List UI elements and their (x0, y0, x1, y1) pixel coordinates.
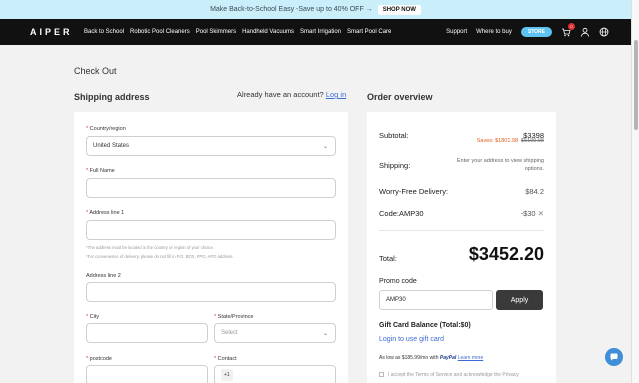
worry-free-value: $84.2 (525, 187, 544, 196)
order-overview-panel: Subtotal: $3398 Saves: $1801.98 $5199.98 … (367, 112, 556, 383)
shipping-address-heading: Shipping address (74, 92, 150, 102)
nav-where-to-buy[interactable]: Where to buy (476, 29, 512, 35)
nav-handheld-vacuums[interactable]: Handheld Vacuums (242, 29, 294, 35)
terms-text: I accept the Terms of Service and acknow… (388, 372, 519, 378)
contact-label: * Contact (214, 356, 237, 362)
paypal-financing: As low as $185.99/mo with PayPal Learn m… (379, 355, 483, 361)
nav-robotic-pool-cleaners[interactable]: Robotic Pool Cleaners (130, 29, 190, 35)
learn-more-link[interactable]: Learn more (458, 355, 484, 361)
full-name-input[interactable] (86, 178, 336, 198)
state-label: * State/Province (214, 314, 254, 320)
country-label: * Country/region (86, 126, 126, 132)
nav-smart-pool-care[interactable]: Smart Pool Care (347, 29, 391, 35)
nav-smart-irrigation[interactable]: Smart Irrigation (300, 29, 341, 35)
main-menu: Back to School Robotic Pool Cleaners Poo… (84, 29, 391, 35)
aiper-logo[interactable]: AIPER (30, 27, 84, 37)
subtotal-label: Subtotal: (379, 131, 409, 140)
city-label: * City (86, 314, 100, 320)
shop-now-button[interactable]: SHOP NOW (377, 4, 421, 15)
login-link[interactable]: Log in (326, 90, 346, 99)
gift-card-login-link[interactable]: Login to use gift card (379, 336, 444, 343)
address-line-1-input[interactable] (86, 220, 336, 240)
gift-card-balance: Gift Card Balance (Total:$0) (379, 322, 471, 329)
shipping-label: Shipping: (379, 161, 411, 170)
country-code: +1 (221, 369, 233, 381)
chevron-down-icon: ⌄ (322, 144, 328, 150)
terms-checkbox-row[interactable]: I accept the Terms of Service and acknow… (379, 372, 519, 378)
savings-amount: Saves: $1801.98 (476, 138, 519, 144)
chevron-down-icon: ⌄ (322, 331, 328, 337)
apply-button[interactable]: Apply (496, 290, 543, 310)
address-line-1-label: * Address line 1 (86, 210, 125, 216)
account-prompt: Already have an account? Log in (237, 90, 346, 99)
code-label: Code:AMP30 (379, 209, 424, 218)
promo-bar: Make Back-to-School Easy -Save up to 40%… (0, 0, 631, 19)
address-line-2-label: Address line 2 (86, 273, 121, 279)
shipping-note: Enter your address to view shipping opti… (456, 158, 544, 173)
nav-pool-skimmers[interactable]: Pool Skimmers (196, 29, 236, 35)
contact-input[interactable]: +1 (214, 365, 336, 383)
address-line-2-input[interactable] (86, 282, 336, 302)
nav-back-to-school[interactable]: Back to School (84, 29, 124, 35)
order-overview-heading: Order overview (367, 92, 433, 102)
savings-line: Saves: $1801.98 $5199.98 (477, 138, 544, 144)
divider (379, 230, 544, 231)
paypal-text: As low as $185.99/mo with (379, 355, 439, 361)
state-select[interactable]: Select ⌄ (214, 323, 336, 343)
promo-code-label: Promo code (379, 278, 417, 285)
promo-text: Make Back-to-School Easy -Save up to 40%… (210, 6, 373, 13)
chat-icon[interactable] (605, 348, 623, 366)
paypal-logo: PayPal (439, 355, 457, 361)
code-discount: -$30 ✕ (520, 209, 544, 218)
code-row: Code:AMP30 -$30 ✕ (379, 209, 544, 218)
country-value: United States (93, 143, 130, 149)
terms-checkbox[interactable] (379, 372, 384, 378)
page-scrollbar[interactable] (631, 0, 639, 383)
shipping-form: * Country/region United States ⌄ * Full … (74, 112, 348, 383)
remove-code-icon[interactable]: ✕ (538, 209, 544, 218)
cart-icon[interactable]: 0 (561, 23, 575, 37)
promo-code-input[interactable]: AMP30 (379, 290, 493, 310)
nav-support[interactable]: Support (446, 29, 467, 35)
state-placeholder: Select (221, 330, 238, 336)
country-select[interactable]: United States ⌄ (86, 136, 336, 156)
account-prompt-text: Already have an account? (237, 90, 324, 99)
cart-count-badge: 0 (568, 23, 575, 30)
worry-free-label: Worry-Free Delivery: (379, 187, 449, 196)
page-title: Check Out (74, 66, 117, 76)
postcode-label: * postcode (86, 356, 112, 362)
worry-free-row: Worry-Free Delivery: $84.2 (379, 187, 544, 196)
store-button[interactable]: STORE (520, 27, 552, 37)
city-input[interactable] (86, 323, 208, 343)
top-navigation: AIPER Back to School Robotic Pool Cleane… (0, 19, 631, 45)
user-icon[interactable] (580, 27, 590, 37)
total-value: $3452.20 (468, 244, 544, 264)
address-note-1: *The address must be located in the coun… (86, 245, 215, 250)
original-price: $5199.98 (521, 138, 544, 144)
full-name-label: * Full Name (86, 168, 115, 174)
postcode-input[interactable] (86, 365, 208, 383)
globe-icon[interactable] (599, 27, 609, 37)
address-note-2: *For convenience of delivery, please do … (86, 254, 234, 259)
scrollbar-thumb[interactable] (634, 40, 638, 130)
